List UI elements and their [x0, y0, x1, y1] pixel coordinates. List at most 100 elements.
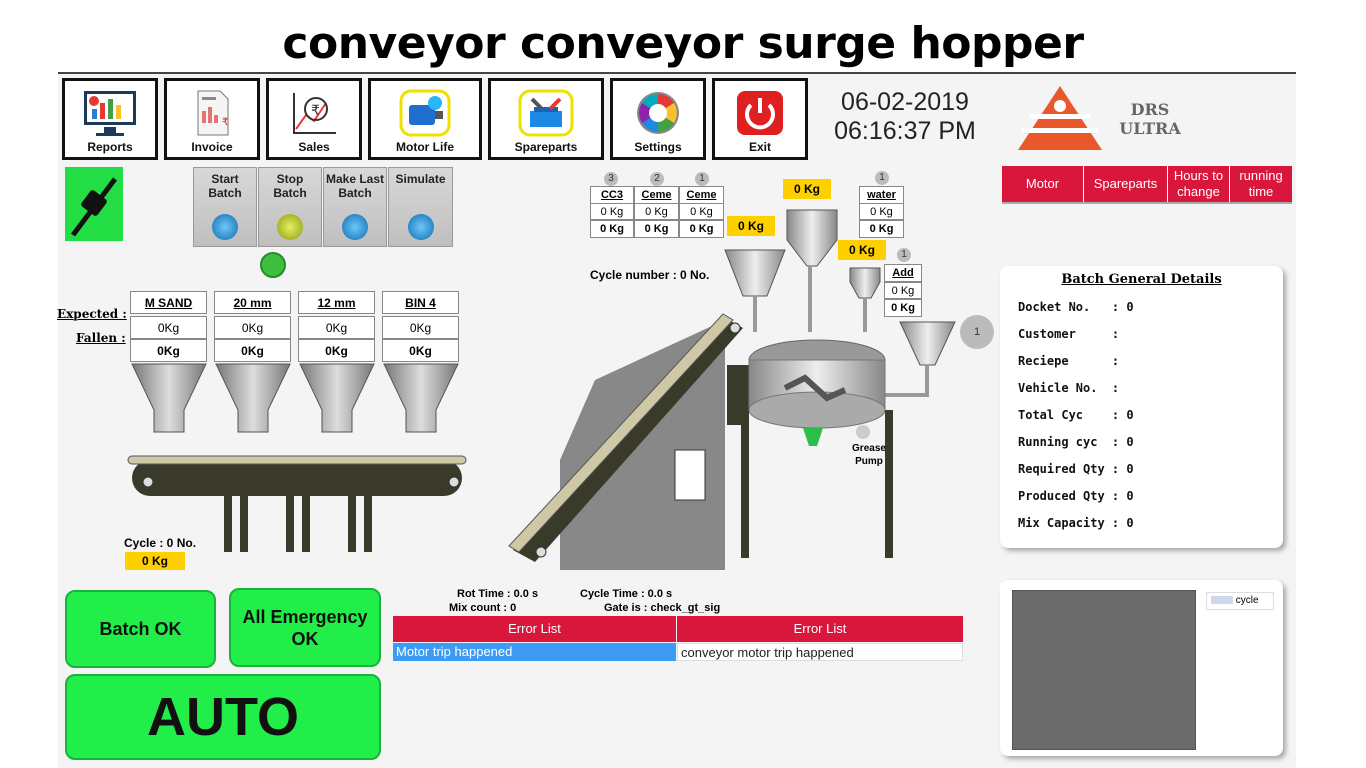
cycle-weight: 0 Kg [125, 552, 185, 570]
tab-bar: Motor Spareparts Hours to change running… [1002, 166, 1292, 204]
drs-logo-icon [1018, 86, 1102, 150]
batch-detail-row: Total Cyc : 0 [1018, 408, 1134, 422]
bin-name: 20 mm [214, 291, 291, 314]
stop-batch-button[interactable]: Stop Batch [258, 167, 322, 247]
error-list-header: Error List [393, 616, 676, 642]
error-list-header: Error List [677, 616, 963, 642]
cycle-chart-area [1012, 590, 1196, 750]
date-text: 06-02-2019 [841, 88, 969, 116]
settings-icon [637, 92, 679, 134]
make-last-batch-button[interactable]: Make Last Batch [323, 167, 387, 247]
batch-details-card: Batch General Details Docket No. : 0 Cus… [1000, 266, 1283, 548]
expected-label: Expected : [57, 307, 127, 321]
power-icon [737, 91, 783, 135]
exit-button[interactable]: Exit [712, 78, 808, 160]
emergency-ok-button[interactable]: All Emergency OK [229, 588, 381, 667]
reports-button[interactable]: Reports [62, 78, 158, 160]
tab-spareparts[interactable]: Spareparts [1084, 166, 1168, 202]
batch-detail-row: Docket No. : 0 [1018, 300, 1134, 314]
start-batch-button[interactable]: Start Batch [193, 167, 257, 247]
datetime-display: 06-02-2019 06:16:37 PM [820, 88, 990, 146]
batch-detail-row: Customer : [1018, 327, 1120, 341]
batch-ok-button[interactable]: Batch OK [65, 590, 216, 668]
batch-detail-row: Vehicle No. : [1018, 381, 1120, 395]
grease-pump-label: Grease Pump [852, 443, 886, 467]
page-title: conveyor conveyor surge hopper [282, 18, 1084, 69]
batch-detail-row: Required Qty : 0 [1018, 462, 1134, 476]
reports-label: Reports [87, 140, 133, 154]
motor-life-icon [399, 89, 451, 137]
make-last-batch-label: Make Last Batch [325, 172, 385, 200]
sales-label: Sales [298, 140, 330, 154]
silo-index: 3 [604, 172, 618, 186]
mixer-index: 1 [960, 315, 994, 349]
bin-name: 12 mm [298, 291, 375, 314]
auto-mode-button[interactable]: AUTO [65, 674, 381, 760]
mix-count: Mix count : 0 [449, 602, 517, 614]
spareparts-button[interactable]: Spareparts [488, 78, 604, 160]
silo-index: 2 [650, 172, 664, 186]
bin-expected: 0Kg [214, 316, 291, 339]
water-weight: 0 Kg [783, 179, 831, 199]
bin-name: BIN 4 [382, 291, 459, 314]
gate-status: Gate is : check_gt_sig [604, 602, 721, 614]
aggregate-bins-graphic [127, 363, 467, 552]
batch-details-heading: Batch General Details [1061, 272, 1222, 287]
reports-icon [84, 91, 136, 136]
legend-swatch [1211, 596, 1233, 605]
svg-text:₹: ₹ [222, 117, 228, 128]
spareparts-icon [518, 89, 574, 137]
bin-expected: 0Kg [298, 316, 375, 339]
legend-label: cycle [1235, 595, 1259, 606]
simulate-button[interactable]: Simulate [388, 167, 453, 247]
water-index: 1 [875, 171, 889, 185]
sales-icon: ₹ [293, 93, 336, 134]
connection-status [65, 167, 123, 241]
bin-fallen: 0Kg [214, 339, 291, 362]
tab-motor[interactable]: Motor [1002, 166, 1084, 202]
sales-button[interactable]: ₹ Sales [266, 78, 362, 160]
fallen-label: Fallen : [76, 331, 126, 345]
invoice-icon: ₹ [197, 90, 229, 136]
start-batch-label: Start Batch [208, 172, 242, 200]
last-batch-knob-icon [342, 214, 368, 240]
cycle-time: Cycle Time : 0.0 s [580, 588, 673, 600]
timer-icon [260, 252, 286, 278]
bin-fallen: 0Kg [382, 339, 459, 362]
chart-legend: cycle [1206, 592, 1274, 610]
invoice-label: Invoice [191, 140, 233, 154]
spareparts-label: Spareparts [514, 140, 578, 154]
bin-fallen: 0Kg [130, 339, 207, 362]
motor-life-button[interactable]: Motor Life [368, 78, 482, 160]
settings-label: Settings [634, 140, 682, 154]
time-text: 06:16:37 PM [834, 117, 976, 145]
exit-label: Exit [748, 140, 771, 154]
simulate-knob-icon [407, 214, 434, 240]
brand-line1: DRS [1130, 100, 1170, 119]
simulate-label: Simulate [395, 172, 446, 186]
cycle-count-label: Cycle : 0 No. [124, 536, 197, 550]
stop-batch-label: Stop Batch [273, 172, 307, 200]
bin-expected: 0Kg [130, 316, 207, 339]
error-item-selected[interactable]: Motor trip happened [393, 643, 676, 661]
error-item[interactable]: conveyor motor trip happened [677, 643, 963, 661]
brand-name: DRS ULTRA [1110, 100, 1190, 138]
svg-text:₹: ₹ [311, 103, 320, 119]
tab-running-time[interactable]: running time [1230, 166, 1292, 202]
batch-detail-row: Produced Qty : 0 [1018, 489, 1134, 503]
plant-graphic [508, 209, 956, 570]
bin-expected: 0Kg [382, 316, 459, 339]
bin-hopper [131, 363, 459, 433]
bin-fallen: 0Kg [298, 339, 375, 362]
batch-detail-row: Running cyc : 0 [1018, 435, 1134, 449]
settings-button[interactable]: Settings [610, 78, 706, 160]
batch-detail-row: Reciepe : [1018, 354, 1120, 368]
plug-icon [71, 177, 117, 237]
invoice-button[interactable]: ₹ Invoice [164, 78, 260, 160]
rot-time: Rot Time : 0.0 s [457, 588, 539, 600]
motor-life-label: Motor Life [396, 140, 454, 154]
tab-hours-to-change[interactable]: Hours to change [1168, 166, 1230, 202]
stop-knob-icon [277, 214, 303, 240]
cycle-chart-card: cycle [1000, 580, 1283, 756]
bin-name: M SAND [130, 291, 207, 314]
